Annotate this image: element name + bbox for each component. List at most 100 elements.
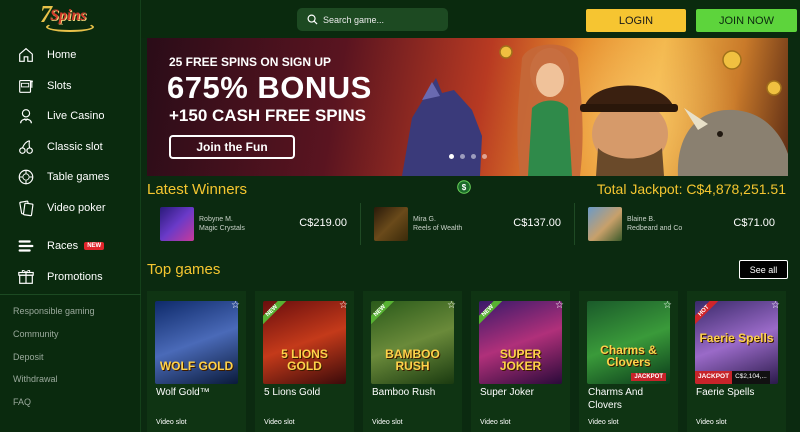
favorite-star-icon[interactable]: ☆ bbox=[555, 300, 564, 311]
carousel-dot[interactable] bbox=[482, 154, 487, 159]
sidebar-item-video-poker[interactable]: Video poker bbox=[0, 193, 141, 224]
winner-game-thumbnail bbox=[374, 207, 408, 241]
promo-banner[interactable]: 25 FREE SPINS ON SIGN UP 675% BONUS +150… bbox=[147, 38, 788, 176]
game-name[interactable]: Super Joker bbox=[480, 386, 565, 399]
footer-links: Responsible gaming Community Deposit Wit… bbox=[13, 304, 95, 418]
sidebar-item-live-casino[interactable]: Live Casino bbox=[0, 101, 141, 132]
sidebar: 7 Spins Home Slots Live Casino Classic s… bbox=[0, 0, 141, 432]
game-card[interactable]: 5 LIONS GOLD NEW ☆ 5 Lions Gold Video sl… bbox=[255, 291, 354, 432]
game-name[interactable]: Wolf Gold™ bbox=[156, 386, 241, 399]
sidebar-item-table-games[interactable]: Table games bbox=[0, 162, 141, 193]
game-card[interactable]: Faerie Spells HOT JACKPOT C$2,104,... ☆ … bbox=[687, 291, 786, 432]
carousel-dot[interactable] bbox=[449, 154, 454, 159]
home-icon bbox=[17, 46, 35, 64]
game-thumbnail[interactable]: WOLF GOLD bbox=[155, 301, 238, 384]
game-name[interactable]: Bamboo Rush bbox=[372, 386, 457, 399]
winner-name: Robyne M. bbox=[199, 216, 233, 223]
game-category: Video slot bbox=[588, 419, 619, 426]
favorite-star-icon[interactable]: ☆ bbox=[771, 300, 780, 311]
cards-icon bbox=[17, 199, 35, 217]
favorite-star-icon[interactable]: ☆ bbox=[663, 300, 672, 311]
winner-item[interactable]: Mira G. Reels of Wealth C$137.00 bbox=[361, 203, 575, 245]
game-thumbnail[interactable]: SUPER JOKER NEW bbox=[479, 301, 562, 384]
sidebar-item-promotions[interactable]: Promotions bbox=[0, 262, 141, 293]
side-nav: Home Slots Live Casino Classic slot Tabl… bbox=[0, 40, 141, 292]
sidebar-item-races[interactable]: Races NEW bbox=[0, 231, 141, 262]
jackpot-value: C$4,878,251.51 bbox=[686, 181, 786, 197]
winner-game: Magic Crystals bbox=[199, 225, 245, 232]
races-icon bbox=[17, 237, 35, 255]
game-category: Video slot bbox=[264, 419, 295, 426]
winner-game-thumbnail bbox=[160, 207, 194, 241]
search-placeholder: Search game... bbox=[323, 14, 385, 25]
jackpot-label: Total Jackpot: bbox=[596, 181, 683, 197]
sidebar-item-slots[interactable]: Slots bbox=[0, 71, 141, 102]
game-card[interactable]: Charms & Clovers JACKPOT ☆ Charms And Cl… bbox=[579, 291, 678, 432]
sidebar-divider bbox=[0, 294, 141, 295]
footer-link-responsible-gaming[interactable]: Responsible gaming bbox=[13, 304, 95, 327]
new-ribbon: NEW bbox=[263, 301, 290, 329]
winner-item[interactable]: Blaine B. Redbeard and Co C$71.00 bbox=[575, 203, 788, 245]
banner-headline: 675% BONUS bbox=[167, 70, 372, 105]
game-card[interactable]: BAMBOO RUSH NEW ☆ Bamboo Rush Video slot bbox=[363, 291, 462, 432]
top-games-title: Top games bbox=[147, 261, 221, 278]
coin-icon: $ bbox=[457, 180, 471, 194]
winner-game: Reels of Wealth bbox=[413, 225, 463, 232]
game-art-title: Faerie Spells bbox=[699, 331, 774, 345]
game-name[interactable]: Faerie Spells bbox=[696, 386, 781, 399]
winner-item[interactable]: Robyne M. Magic Crystals C$219.00 bbox=[147, 203, 361, 245]
game-art-title: 5 LIONS GOLD bbox=[281, 347, 328, 373]
logo-ring bbox=[46, 22, 94, 32]
game-category: Video slot bbox=[156, 419, 187, 426]
game-card[interactable]: WOLF GOLD ☆ Wolf Gold™ Video slot bbox=[147, 291, 246, 432]
game-art-title: SUPER JOKER bbox=[499, 347, 542, 373]
see-all-button[interactable]: See all bbox=[739, 260, 788, 279]
sidebar-item-home[interactable]: Home bbox=[0, 40, 141, 71]
footer-link-withdrawal[interactable]: Withdrawal bbox=[13, 372, 95, 395]
winner-game-thumbnail bbox=[588, 207, 622, 241]
dealer-icon bbox=[17, 107, 35, 125]
jackpot-badge: JACKPOT bbox=[631, 373, 666, 381]
sidebar-item-label: Classic slot bbox=[47, 140, 103, 153]
sidebar-item-label: Live Casino bbox=[47, 110, 105, 123]
gift-icon bbox=[17, 268, 35, 286]
winner-amount: C$219.00 bbox=[299, 217, 347, 229]
jackpot-strip: JACKPOT C$2,104,... bbox=[695, 371, 778, 384]
search-input[interactable]: Search game... bbox=[297, 8, 448, 31]
winner-name: Mira G. bbox=[413, 216, 436, 223]
footer-link-faq[interactable]: FAQ bbox=[13, 395, 95, 418]
winner-game: Redbeard and Co bbox=[627, 225, 683, 232]
game-name[interactable]: 5 Lions Gold bbox=[264, 386, 349, 399]
footer-link-community[interactable]: Community bbox=[13, 327, 95, 350]
latest-winners-title: Latest Winners bbox=[147, 181, 248, 198]
join-now-button[interactable]: JOIN NOW bbox=[696, 9, 797, 32]
login-button[interactable]: LOGIN bbox=[586, 9, 686, 32]
favorite-star-icon[interactable]: ☆ bbox=[339, 300, 348, 311]
new-ribbon: NEW bbox=[479, 301, 506, 329]
banner-offer: +150 CASH FREE SPINS bbox=[169, 106, 366, 125]
game-thumbnail[interactable]: Faerie Spells HOT JACKPOT C$2,104,... bbox=[695, 301, 778, 384]
svg-text:$: $ bbox=[462, 183, 467, 192]
game-card[interactable]: SUPER JOKER NEW ☆ Super Joker Video slot bbox=[471, 291, 570, 432]
game-art-title: WOLF GOLD bbox=[159, 359, 234, 373]
game-name[interactable]: Charms And Clovers bbox=[588, 386, 673, 412]
logo[interactable]: 7 Spins bbox=[40, 2, 100, 34]
join-the-fun-button[interactable]: Join the Fun bbox=[169, 135, 295, 159]
carousel-dot[interactable] bbox=[471, 154, 476, 159]
game-category: Video slot bbox=[696, 419, 727, 426]
game-category: Video slot bbox=[372, 419, 403, 426]
game-thumbnail[interactable]: Charms & Clovers JACKPOT bbox=[587, 301, 670, 384]
game-thumbnail[interactable]: 5 LIONS GOLD NEW bbox=[263, 301, 346, 384]
game-thumbnail[interactable]: BAMBOO RUSH NEW bbox=[371, 301, 454, 384]
favorite-star-icon[interactable]: ☆ bbox=[447, 300, 456, 311]
new-badge: NEW bbox=[84, 242, 105, 251]
new-ribbon: NEW bbox=[371, 301, 398, 329]
jackpot-badge: JACKPOT bbox=[695, 371, 733, 384]
footer-link-deposit[interactable]: Deposit bbox=[13, 350, 95, 373]
carousel-dot[interactable] bbox=[460, 154, 465, 159]
slot-machine-icon bbox=[17, 77, 35, 95]
sidebar-item-classic-slot[interactable]: Classic slot bbox=[0, 132, 141, 163]
favorite-star-icon[interactable]: ☆ bbox=[231, 300, 240, 311]
chip-icon bbox=[17, 168, 35, 186]
sidebar-item-label: Video poker bbox=[47, 201, 106, 214]
